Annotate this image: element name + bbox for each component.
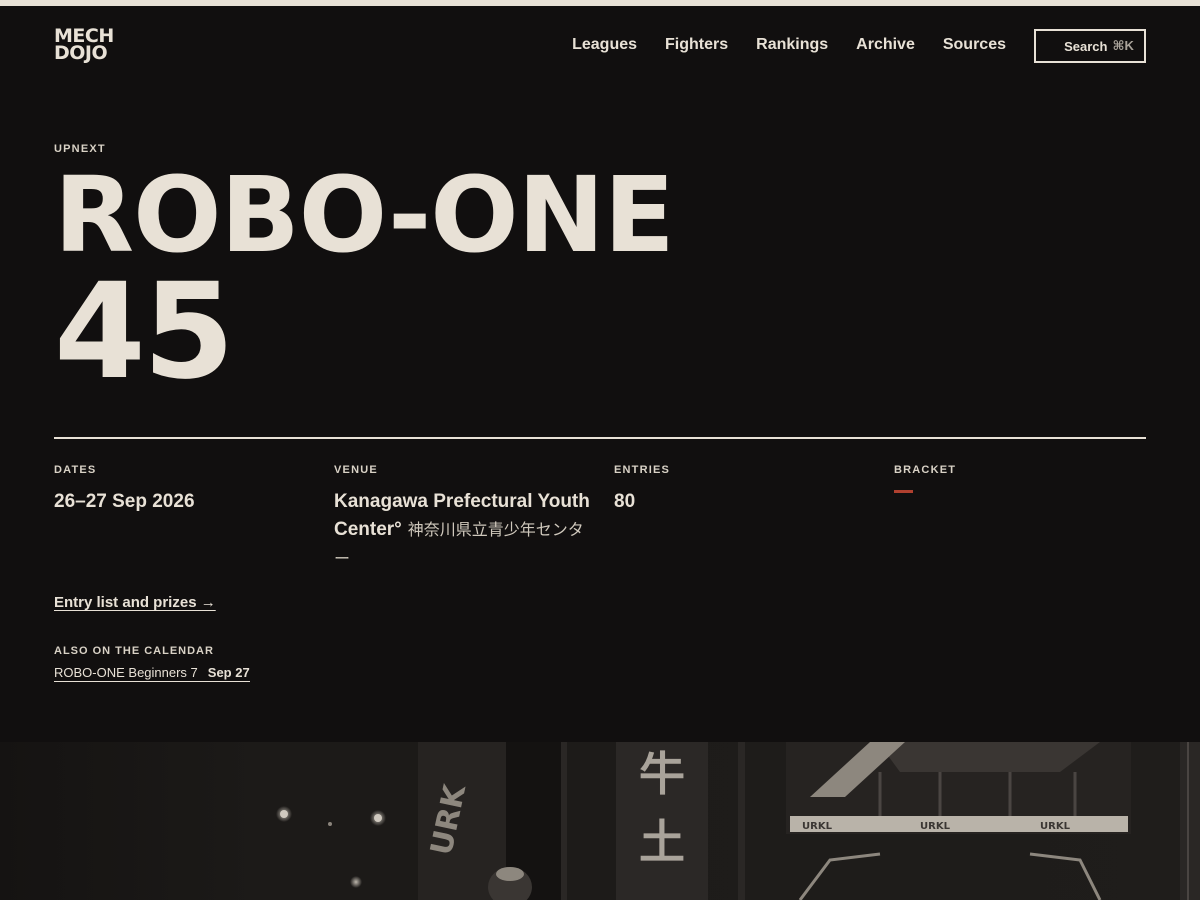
logo-line-2: DOJO: [54, 42, 108, 64]
venue-value: Kanagawa Prefectural Youth Center° 神奈川県立青…: [334, 488, 594, 574]
venue-label: VENUE: [334, 464, 378, 476]
dates-value: 26–27 Sep 2026: [54, 491, 195, 512]
truss-label-2: URKL: [920, 821, 951, 832]
event-title-line-1: ROBO-ONE: [54, 154, 675, 276]
event-hero-photo: 牛 土 URK URKL URKL URKL: [0, 742, 1200, 900]
truss-label-1: URKL: [802, 821, 833, 832]
banner-kanji-2: 土: [639, 815, 685, 869]
calendar-label: ALSO ON THE CALENDAR: [54, 645, 214, 657]
bracket-empty-dash: [894, 490, 913, 493]
banner-kanji-1: 牛: [639, 747, 685, 801]
calendar-item-date: Sep 27: [207, 665, 250, 680]
meta-bracket: BRACKET: [894, 464, 1146, 493]
dates-label: DATES: [54, 464, 97, 476]
nav-item-sources[interactable]: Sources: [943, 36, 1006, 54]
bracket-label: BRACKET: [894, 464, 957, 476]
arena-photo-illustration: 牛 土 URK URKL URKL URKL: [0, 742, 1200, 900]
nav-item-rankings[interactable]: Rankings: [756, 36, 828, 54]
search-label: Search: [1064, 38, 1108, 54]
meta-dates: DATES 26–27 Sep 2026: [54, 464, 314, 516]
calendar-item[interactable]: ROBO-ONE Beginners 7 Sep 27: [54, 665, 250, 682]
search-shortcut: ⌘K: [1112, 38, 1134, 53]
nav-item-fighters[interactable]: Fighters: [665, 36, 728, 54]
event-title-line-2: 45: [54, 255, 235, 409]
entries-label: ENTRIES: [614, 464, 671, 476]
site-logo[interactable]: MECH DOJO: [54, 27, 114, 64]
meta-venue: VENUE Kanagawa Prefectural Youth Center°…: [334, 464, 594, 574]
section-divider: [54, 437, 1146, 439]
meta-entries: ENTRIES 80: [614, 464, 874, 516]
top-accent-bar: [0, 0, 1200, 6]
calendar-item-name: ROBO-ONE Beginners 7: [54, 665, 198, 680]
nav-item-leagues[interactable]: Leagues: [572, 36, 637, 54]
search-button[interactable]: Search ⌘K: [1034, 29, 1146, 63]
entries-value: 80: [614, 491, 636, 512]
entry-list-link[interactable]: Entry list and prizes →: [54, 594, 216, 611]
truss-label-3: URKL: [1040, 821, 1071, 832]
event-title: ROBO-ONE 45: [54, 154, 814, 409]
main-nav: Leagues Fighters Rankings Archive Source…: [572, 36, 1006, 54]
nav-item-archive[interactable]: Archive: [856, 36, 915, 54]
